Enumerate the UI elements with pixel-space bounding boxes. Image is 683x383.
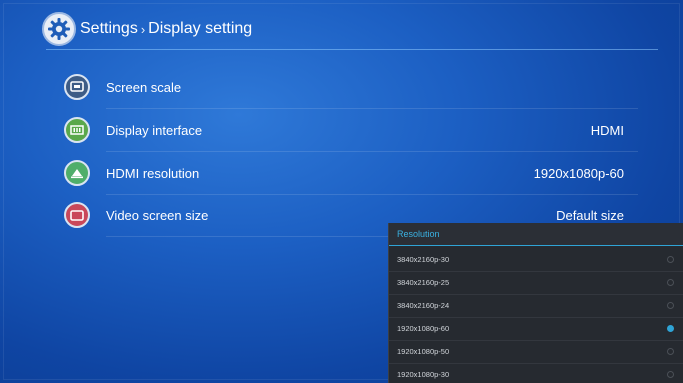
dropdown-title: Resolution bbox=[389, 223, 683, 246]
radio-button[interactable] bbox=[667, 302, 674, 309]
radio-button[interactable] bbox=[667, 348, 674, 355]
menu-item-label: Video screen size bbox=[106, 207, 209, 223]
page-header: Settings › Display setting bbox=[42, 12, 252, 46]
resolution-option[interactable]: 3840x2160p-30 bbox=[389, 249, 683, 272]
menu-item-screen-scale[interactable]: Screen scale bbox=[64, 67, 639, 107]
menu-item-label: Display interface bbox=[106, 122, 203, 138]
screen-scale-icon bbox=[64, 74, 90, 100]
resolution-option[interactable]: 3840x2160p-25 bbox=[389, 272, 683, 295]
resolution-option-label: 3840x2160p-25 bbox=[397, 278, 450, 287]
header-divider bbox=[46, 49, 658, 50]
resolution-dropdown: Resolution 3840x2160p-30 3840x2160p-25 3… bbox=[388, 223, 683, 383]
radio-button[interactable] bbox=[667, 256, 674, 263]
radio-button[interactable] bbox=[667, 371, 674, 378]
menu-item-display-interface[interactable]: Display interface HDMI bbox=[64, 110, 639, 150]
resolution-option-label: 1920x1080p-50 bbox=[397, 347, 450, 356]
menu-item-value: Default size bbox=[556, 207, 624, 223]
breadcrumb-settings[interactable]: Settings bbox=[80, 20, 138, 38]
settings-gear-icon bbox=[42, 12, 76, 46]
menu-item-label: HDMI resolution bbox=[106, 165, 200, 181]
menu-item-value: HDMI bbox=[590, 122, 624, 138]
resolution-option-selected[interactable]: 1920x1080p-60 bbox=[389, 318, 683, 341]
display-interface-icon bbox=[64, 117, 90, 143]
resolution-option-label: 1920x1080p-60 bbox=[397, 324, 450, 333]
menu-item-value: 1920x1080p-60 bbox=[533, 165, 624, 181]
divider bbox=[106, 151, 638, 152]
resolution-option-label: 3840x2160p-30 bbox=[397, 255, 450, 264]
screen-size-icon bbox=[64, 202, 90, 228]
radio-button-selected[interactable] bbox=[667, 325, 674, 332]
breadcrumb-separator: › bbox=[140, 21, 146, 37]
page-title: Display setting bbox=[148, 20, 253, 37]
hdmi-icon bbox=[64, 160, 90, 186]
resolution-option-label: 3840x2160p-24 bbox=[397, 301, 450, 310]
divider bbox=[106, 108, 638, 109]
resolution-option-label: 1920x1080p-30 bbox=[397, 370, 450, 379]
resolution-option[interactable]: 3840x2160p-24 bbox=[389, 295, 683, 318]
resolution-option[interactable]: 1920x1080p-50 bbox=[389, 341, 683, 364]
menu-item-label: Screen scale bbox=[106, 79, 182, 95]
menu-item-hdmi-resolution[interactable]: HDMI resolution 1920x1080p-60 bbox=[64, 153, 639, 193]
resolution-option[interactable]: 1920x1080p-30 bbox=[389, 364, 683, 383]
divider bbox=[106, 236, 388, 237]
radio-button[interactable] bbox=[667, 279, 674, 286]
